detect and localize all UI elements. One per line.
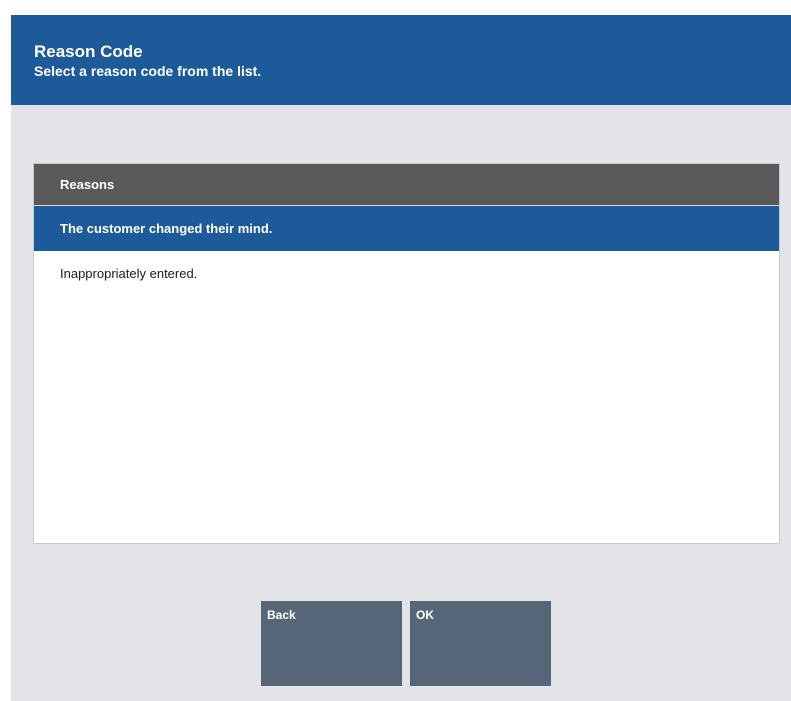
back-button-label: Back — [267, 608, 296, 622]
reasons-list: Reasons The customer changed their mind.… — [33, 163, 780, 544]
list-item-inappropriately-entered[interactable]: Inappropriately entered. — [34, 251, 779, 297]
page-subtitle: Select a reason code from the list. — [34, 63, 262, 79]
ok-button[interactable]: OK — [410, 601, 551, 686]
list-item-label: Inappropriately entered. — [60, 266, 198, 281]
reason-code-screen: Reason Code Select a reason code from th… — [11, 15, 791, 701]
back-button[interactable]: Back — [261, 601, 402, 686]
list-column-header: Reasons — [34, 164, 779, 205]
list-item-label: The customer changed their mind. — [60, 221, 273, 236]
page-title: Reason Code — [34, 42, 143, 61]
list-item-customer-changed-mind[interactable]: The customer changed their mind. — [34, 205, 779, 251]
header-banner: Reason Code Select a reason code from th… — [11, 15, 791, 105]
ok-button-label: OK — [416, 608, 434, 622]
